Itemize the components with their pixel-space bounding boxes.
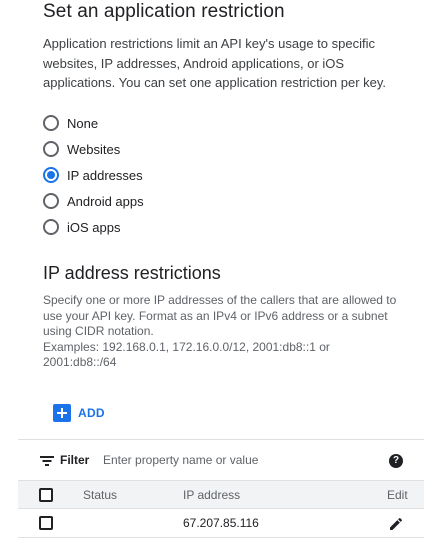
radio-button-selected[interactable] [43, 167, 59, 183]
radio-option-ios-apps[interactable]: iOS apps [43, 214, 144, 240]
application-restriction-description: Application restrictions limit an API ke… [43, 36, 387, 90]
ip-restrictions-description-block: Specify one or more IP addresses of the … [43, 293, 403, 371]
radio-option-ip-addresses[interactable]: IP addresses [43, 162, 144, 188]
radio-label: Websites [67, 141, 121, 157]
pencil-icon[interactable] [388, 516, 404, 532]
radio-option-websites[interactable]: Websites [43, 136, 144, 162]
filter-label: Filter [60, 453, 90, 467]
ip-restrictions-examples: Examples: 192.168.0.1, 172.16.0.0/12, 20… [43, 339, 330, 370]
row-ip-address: 67.207.85.116 [183, 516, 259, 530]
row-checkbox[interactable] [39, 516, 53, 530]
column-header-status[interactable]: Status [83, 488, 117, 502]
radio-option-none[interactable]: None [43, 110, 144, 136]
table-row: 67.207.85.116 [18, 509, 424, 538]
radio-button[interactable] [43, 141, 59, 157]
help-icon[interactable]: ? [389, 454, 403, 468]
radio-label: Android apps [67, 193, 144, 209]
select-all-checkbox[interactable] [39, 488, 53, 502]
column-header-ip-address[interactable]: IP address [183, 488, 240, 502]
radio-label: iOS apps [67, 219, 121, 235]
ip-restrictions-title: IP address restrictions [43, 263, 221, 283]
add-button-label: ADD [78, 406, 105, 420]
filter-list-icon[interactable] [40, 456, 54, 466]
add-ip-button[interactable]: ADD [53, 404, 105, 422]
ip-restrictions-description: Specify one or more IP addresses of the … [43, 293, 397, 338]
radio-button[interactable] [43, 219, 59, 235]
radio-button[interactable] [43, 193, 59, 209]
filter-input[interactable] [103, 451, 363, 469]
application-restriction-title: Set an application restriction [43, 1, 285, 22]
radio-button[interactable] [43, 115, 59, 131]
add-box-icon [53, 404, 71, 422]
ip-address-table: Filter ? Status IP address Edit 67.207.8… [18, 439, 424, 538]
radio-label: None [67, 115, 99, 131]
radio-option-android-apps[interactable]: Android apps [43, 188, 144, 214]
application-restriction-radio-group: None Websites IP addresses Android apps … [43, 110, 144, 240]
column-header-edit: Edit [387, 488, 408, 502]
filter-bar: Filter ? [18, 439, 424, 480]
table-header: Status IP address Edit [18, 480, 424, 509]
radio-label: IP addresses [67, 167, 143, 183]
